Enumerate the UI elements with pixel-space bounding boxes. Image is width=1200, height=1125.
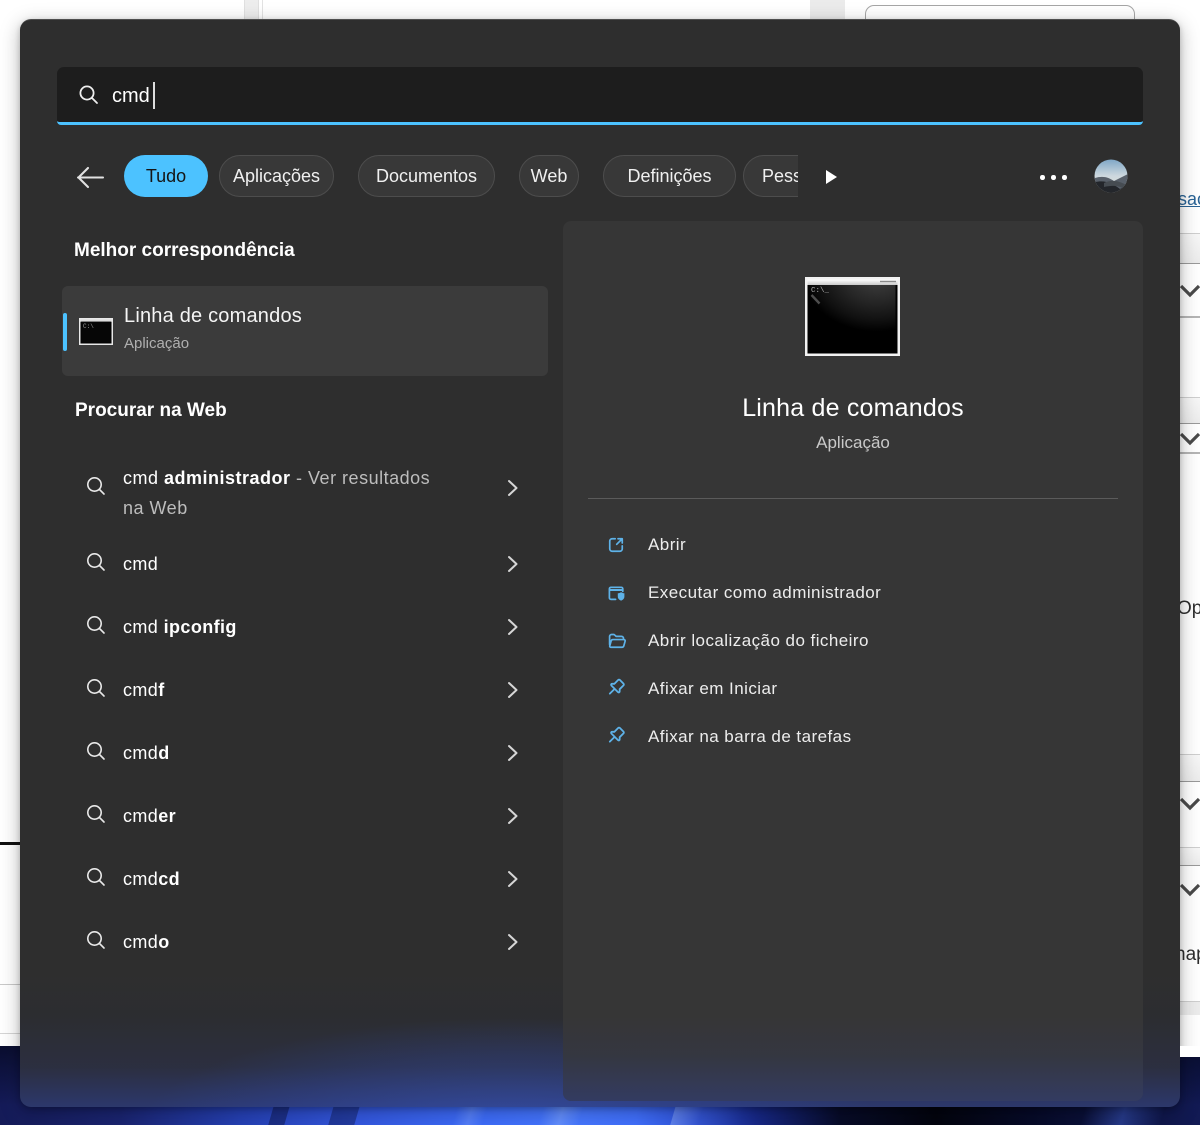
- svg-text:C:\: C:\: [83, 323, 94, 330]
- svg-text:C:\_: C:\_: [811, 287, 830, 295]
